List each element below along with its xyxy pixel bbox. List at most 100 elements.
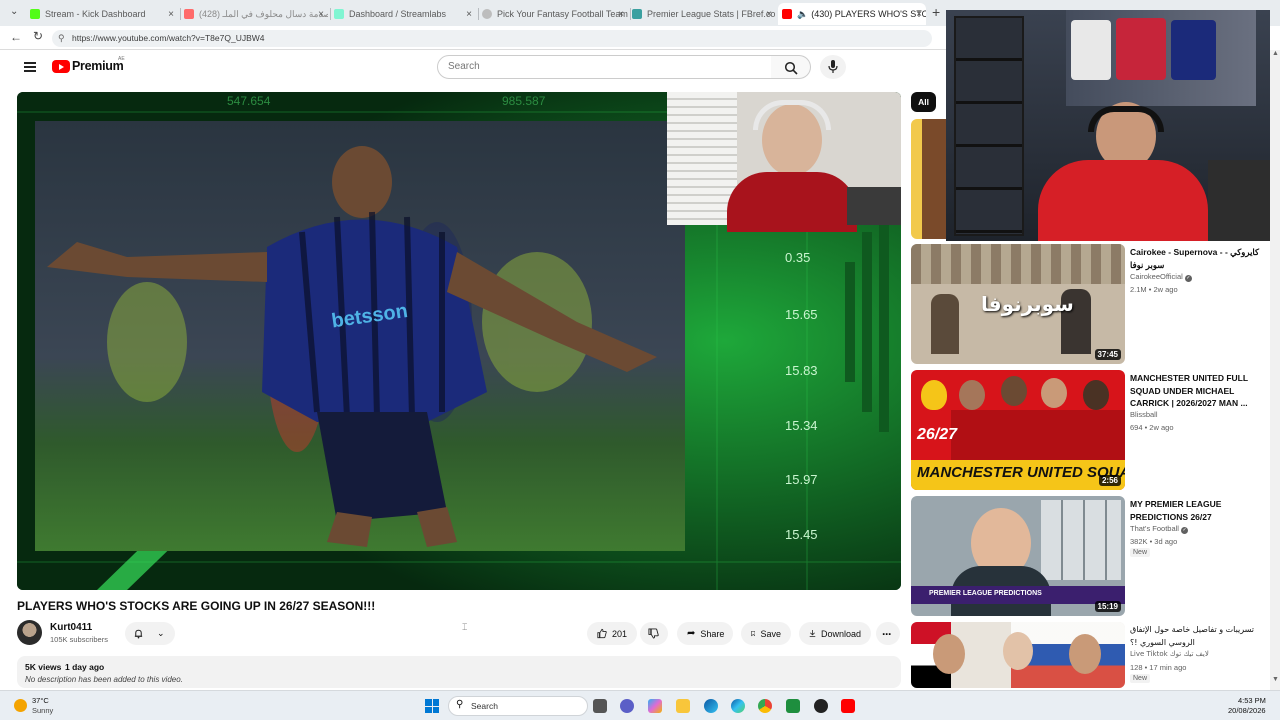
partial-thumbnail[interactable] — [911, 119, 947, 239]
voice-search-button[interactable] — [820, 55, 846, 79]
rec-thumb-text-1: سوبرنوفا — [981, 292, 1074, 316]
rec-title-2[interactable]: MANCHESTER UNITED FULL SQUAD UNDER MICHA… — [1130, 372, 1265, 410]
close-tab-icon[interactable]: × — [168, 9, 174, 20]
dislike-button[interactable] — [640, 622, 668, 645]
chevron-down-icon: ⌄ — [157, 628, 165, 638]
weather-sun-icon[interactable] — [14, 699, 27, 712]
site-info-icon[interactable]: ⚲ — [58, 30, 65, 47]
task-view-icon[interactable] — [593, 699, 607, 713]
scroll-up-icon[interactable]: ▲ — [1272, 50, 1279, 57]
speaker-icon[interactable]: 🔈 — [797, 9, 808, 20]
cursor-icon: ⌶ — [462, 622, 468, 632]
close-tab-icon[interactable]: × — [466, 9, 472, 20]
like-button[interactable]: 201 — [587, 622, 637, 645]
channel-name[interactable]: Kurt0411 — [50, 622, 92, 633]
download-label: Download — [820, 628, 861, 639]
rec-meta-2: 694 • 2w ago — [1130, 423, 1174, 432]
rec-meta-4: 128 • 17 min ago — [1130, 663, 1187, 672]
rec-thumbnail-1[interactable]: سوبرنوفا 37:45 — [911, 244, 1125, 364]
upload-age: 1 day ago — [65, 662, 105, 672]
ticker-value: 15.34 — [785, 418, 818, 433]
like-count: 201 — [611, 628, 627, 639]
more-actions-button[interactable]: ··· — [876, 622, 900, 645]
subscriber-count: 105K subscribers — [50, 635, 108, 644]
scroll-down-icon[interactable]: ▼ — [1272, 676, 1279, 683]
ticker-value: 15.97 — [785, 472, 818, 487]
app-green-icon[interactable] — [786, 699, 800, 713]
brand-label: Premium — [72, 59, 124, 73]
rec-title-1[interactable]: Cairokee - Supernova - كايروكي - سوبر نو… — [1130, 246, 1265, 271]
download-button[interactable]: Download — [799, 622, 871, 645]
close-tab-icon[interactable]: × — [766, 9, 772, 20]
scrollbar[interactable]: ▲ ▼ — [1270, 50, 1280, 690]
weather-desc: Sunny — [32, 706, 54, 715]
tab-streamlabs[interactable]: Dashboard / Streamlabs × — [334, 3, 476, 25]
duration-badge: 15:19 — [1094, 601, 1121, 612]
chrome-icon[interactable] — [758, 699, 772, 713]
file-explorer-icon[interactable] — [676, 699, 690, 713]
close-tab-icon[interactable]: × — [318, 9, 324, 20]
top-number-2: 985.587 — [502, 94, 546, 108]
tab-kick-dashboard[interactable]: Stream - Kick Dashboard × — [30, 3, 178, 25]
tab-label: (430) PLAYERS WHO'S STOCK — [811, 9, 926, 19]
youtube-app-icon[interactable] — [841, 699, 855, 713]
share-button[interactable]: ➦ Share — [677, 622, 733, 645]
video-player[interactable]: betsson 0.35 15.65 15.83 15.34 15.97 15.45 54… — [17, 92, 901, 590]
close-tab-icon[interactable]: × — [916, 9, 922, 20]
tab-youtube-active[interactable]: 🔈 (430) PLAYERS WHO'S STOCK × — [778, 3, 926, 25]
bell-icon — [134, 629, 143, 639]
rec-thumbnail-4[interactable] — [911, 622, 1125, 688]
menu-icon[interactable] — [24, 62, 36, 72]
new-tab-icon[interactable]: + — [932, 4, 940, 20]
chip-all[interactable]: All — [911, 92, 936, 112]
microphone-icon — [828, 60, 838, 73]
edge-active-icon[interactable] — [731, 699, 745, 713]
save-button[interactable]: Save — [741, 622, 791, 645]
channel-avatar[interactable] — [17, 620, 42, 645]
thumbs-up-icon — [597, 628, 607, 639]
tab-fantasy-football[interactable]: Pick Your Fantasy Football Team | × — [482, 3, 628, 25]
taskbar-search[interactable]: ⚲ Search — [448, 696, 588, 716]
streamer-webcam-overlay — [946, 10, 1270, 241]
subscribed-button[interactable]: ⌄ — [125, 622, 175, 645]
back-icon[interactable]: ← — [10, 30, 22, 44]
rec-thumbnail-3[interactable]: PREMIER LEAGUE PREDICTIONS 15:19 — [911, 496, 1125, 616]
rec-channel-2[interactable]: Blissball — [1130, 410, 1158, 419]
edge-icon[interactable] — [704, 699, 718, 713]
rec-channel-3[interactable]: That's Football ✓ — [1130, 524, 1189, 534]
share-label: Share — [700, 628, 725, 639]
clock-time[interactable]: 4:53 PM — [1238, 696, 1266, 705]
ticker-value: 0.35 — [785, 250, 810, 265]
search-icon: ⚲ — [456, 699, 464, 710]
rec-title-3[interactable]: MY PREMIER LEAGUE PREDICTIONS 26/27 — [1130, 498, 1265, 523]
tab-list-dropdown-icon[interactable]: ⌄ — [10, 6, 18, 17]
reload-icon[interactable]: ↻ — [33, 29, 43, 43]
rec-thumb-text-2b: 26/27 — [917, 426, 958, 443]
top-number-1: 547.654 — [227, 94, 271, 108]
chat-icon[interactable] — [620, 699, 634, 713]
bookmark-icon — [751, 630, 756, 637]
tab-label: Pick Your Fantasy Football Team | — [497, 9, 628, 19]
rec-channel-1[interactable]: CairokeeOfficial ✓ — [1130, 272, 1192, 282]
new-badge: New — [1130, 548, 1151, 557]
close-tab-icon[interactable]: × — [618, 9, 624, 20]
obs-icon[interactable] — [814, 699, 828, 713]
tab-youtube-arabic[interactable]: صدمة دسال محلوف في الملـ (428) × — [184, 3, 328, 25]
start-windows-icon[interactable] — [425, 699, 439, 713]
youtube-favicon-icon — [184, 9, 194, 19]
kick-favicon-icon — [30, 9, 40, 19]
search-button[interactable] — [771, 55, 811, 79]
copilot-icon[interactable] — [648, 699, 662, 713]
rec-channel-4[interactable]: Live Tiktok لايف تيك توك — [1130, 650, 1209, 658]
description-box[interactable]: 5K views 1 day ago No description has be… — [17, 656, 901, 688]
tab-fbref[interactable]: Premier League Stats | FBref.com × — [632, 3, 776, 25]
url-text: https://www.youtube.com/watch?v=T8e7Q_UJ… — [72, 33, 265, 43]
thumbs-down-icon — [648, 628, 659, 639]
rec-thumbnail-2[interactable]: 26/27 MANCHESTER UNITED SQUAD 2:56 — [911, 370, 1125, 490]
url-field[interactable]: ⚲ https://www.youtube.com/watch?v=T8e7Q_… — [52, 30, 932, 47]
weather-temp[interactable]: 37°C — [32, 696, 49, 705]
rec-title-4[interactable]: تسريبات و تفاصيل خاصة حول الإتفاق الروسي… — [1130, 624, 1265, 649]
youtube-logo-icon[interactable] — [52, 60, 70, 73]
duration-badge: 37:45 — [1094, 349, 1121, 360]
search-input[interactable]: Search — [437, 55, 772, 79]
